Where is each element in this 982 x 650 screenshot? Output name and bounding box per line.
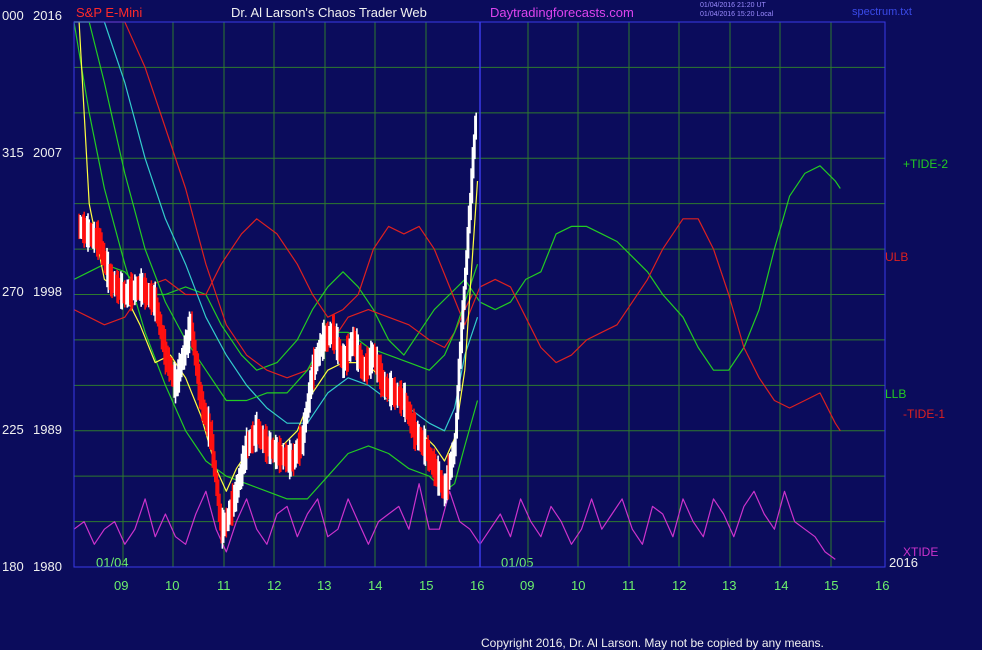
- series-line-upper-green: [74, 21, 479, 402]
- chart-series: [73, 21, 841, 560]
- chart-plot: [73, 21, 886, 568]
- series-line-ulb: [74, 21, 473, 379]
- series-line-upper-cyan: [74, 21, 479, 432]
